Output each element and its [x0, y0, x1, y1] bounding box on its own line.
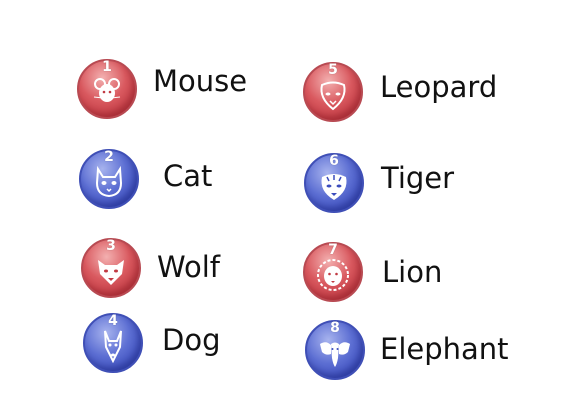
animal-badge[interactable]: 3: [81, 238, 141, 298]
animal-label: Tiger: [381, 161, 455, 195]
animal-label: Leopard: [380, 70, 498, 104]
mouse-icon: [93, 78, 121, 102]
animal-badge[interactable]: 8: [305, 320, 365, 380]
animal-label: Cat: [163, 159, 213, 193]
lion-icon: [317, 259, 349, 291]
animal-label: Lion: [382, 255, 443, 289]
tiger-icon: [321, 174, 347, 200]
wolf-icon: [98, 260, 124, 285]
elephant-icon: [320, 342, 350, 367]
animal-label: Elephant: [380, 332, 509, 366]
cat-icon: [95, 165, 123, 198]
leopard-icon: [320, 81, 346, 111]
animal-badge[interactable]: 5: [303, 62, 363, 122]
animal-label: Wolf: [157, 250, 220, 284]
dog-icon: [104, 330, 122, 363]
animal-badge[interactable]: 6: [304, 153, 364, 213]
animal-badge[interactable]: 2: [79, 149, 139, 209]
animal-badge[interactable]: 7: [303, 242, 363, 302]
animal-label: Dog: [162, 323, 221, 357]
animal-badge[interactable]: 1: [77, 59, 137, 119]
animal-badge[interactable]: 4: [83, 313, 143, 373]
animal-label: Mouse: [153, 64, 248, 98]
